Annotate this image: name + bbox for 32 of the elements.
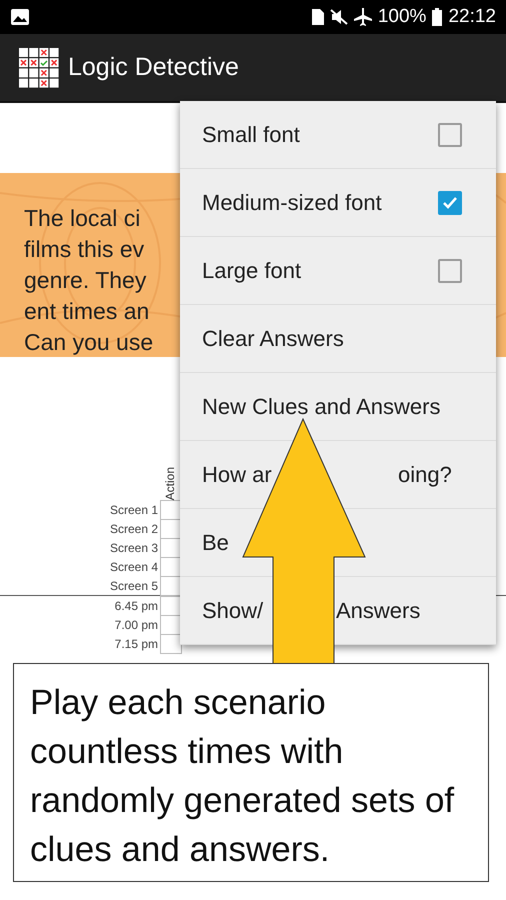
- intro-text-line: genre. They: [24, 266, 146, 295]
- menu-item[interactable]: Medium-sized font: [180, 169, 496, 237]
- grid-logo-icon: [18, 46, 60, 88]
- check-icon: [442, 194, 458, 210]
- row-label: Screen 4: [108, 560, 158, 574]
- checkbox[interactable]: [438, 122, 462, 146]
- battery-percent: 100%: [378, 6, 426, 28]
- row-label: Screen 2: [108, 522, 158, 536]
- mute-icon: [330, 9, 348, 25]
- row-label: Screen 5: [108, 578, 158, 593]
- row-label: Screen 1: [108, 502, 158, 517]
- airplane-icon: [354, 8, 372, 26]
- intro-text-line: The local ci: [24, 204, 140, 233]
- picture-icon: [10, 8, 30, 26]
- app-title: Logic Detective: [68, 53, 239, 82]
- row-label: 7.15 pm: [114, 636, 158, 651]
- intro-text-line: ent times an: [24, 297, 150, 326]
- row-label: Screen 3: [108, 540, 158, 555]
- battery-icon: [432, 8, 442, 26]
- column-header: Action: [163, 467, 177, 500]
- checkbox[interactable]: [438, 190, 462, 214]
- intro-text-line: Can you use: [24, 328, 154, 357]
- menu-item[interactable]: Large font: [180, 237, 496, 305]
- intro-text-line: films this ev: [24, 235, 144, 264]
- clock: 22:12: [448, 6, 496, 28]
- row-label: 7.00 pm: [114, 618, 158, 632]
- caption-text: Play each scenario countless times with randomly generated sets of clues and answers.: [13, 663, 489, 882]
- sim-card-icon: [312, 9, 324, 25]
- menu-item[interactable]: Clear Answers: [180, 305, 496, 373]
- menu-item[interactable]: Small font: [180, 101, 496, 169]
- row-label: 6.45 pm: [114, 598, 158, 613]
- checkbox[interactable]: [438, 258, 462, 282]
